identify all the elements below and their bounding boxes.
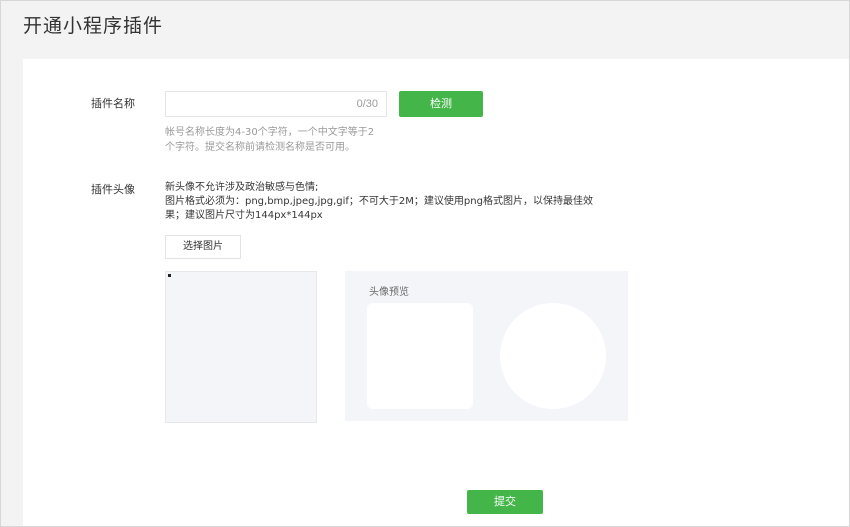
name-hint: 帐号名称长度为4-30个字符，一个中文字等于2 个字符。提交名称前请检测名称是否… <box>165 125 405 155</box>
window-frame: 开通小程序插件 插件名称 0/30 检测 帐号名称长度为4-30个字符，一个中文… <box>0 0 850 527</box>
preview-circle-avatar <box>500 303 606 409</box>
plugin-name-input[interactable]: 0/30 <box>165 91 387 117</box>
check-name-button[interactable]: 检测 <box>399 91 483 117</box>
plugin-name-label: 插件名称 <box>91 97 135 110</box>
avatar-rule-line: 图片格式必须为：png,bmp,jpeg,jpg,gif；不可大于2M；建议使用… <box>165 196 593 207</box>
name-hint-line: 个字符。提交名称前请检测名称是否可用。 <box>165 142 355 153</box>
crop-handle-icon[interactable] <box>168 274 171 277</box>
name-hint-line: 帐号名称长度为4-30个字符，一个中文字等于2 <box>165 127 375 138</box>
page-title: 开通小程序插件 <box>23 15 164 37</box>
avatar-preview-panel: 头像预览 <box>345 271 628 421</box>
plugin-form-card: 插件名称 0/30 检测 帐号名称长度为4-30个字符，一个中文字等于2 个字符… <box>23 59 849 526</box>
avatar-rule-line: 果；建议图片尺寸为144px*144px <box>165 210 323 221</box>
avatar-rule-line: 新头像不允许涉及政治敏感与色情; <box>165 182 319 193</box>
plugin-avatar-label: 插件头像 <box>91 183 135 196</box>
submit-button[interactable]: 提交 <box>467 490 543 514</box>
select-image-button[interactable]: 选择图片 <box>165 235 241 259</box>
image-crop-area[interactable] <box>165 271 317 423</box>
preview-square-avatar <box>367 303 473 409</box>
preview-label: 头像预览 <box>369 287 409 298</box>
char-counter: 0/30 <box>356 98 378 110</box>
avatar-rules: 新头像不允许涉及政治敏感与色情; 图片格式必须为：png,bmp,jpeg,jp… <box>165 181 645 223</box>
